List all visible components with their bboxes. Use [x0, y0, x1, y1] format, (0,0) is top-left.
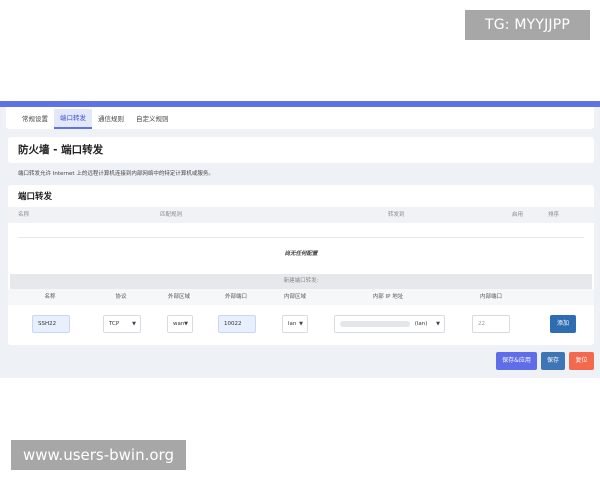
col-sort: 排序 — [548, 212, 560, 218]
tab-traffic-rules[interactable]: 通信规则 — [92, 109, 130, 129]
chevron-down-icon: ▼ — [299, 321, 303, 327]
ext-zone-value: wan — [173, 321, 185, 327]
ext-port-input[interactable]: 10022 — [218, 315, 256, 333]
col-match: 匹配规则 — [160, 212, 183, 218]
name-input[interactable]: SSH22 — [32, 315, 70, 333]
screen: TG: MYYJJPP 常规设置 端口转发 通信规则 自定义规则 防火墙 - 端… — [0, 0, 600, 480]
int-ip-suffix: (lan) — [414, 321, 428, 327]
tab-custom-rules[interactable]: 自定义规则 — [130, 109, 175, 129]
chevron-down-icon: ▼ — [132, 321, 136, 327]
name-input-value: SSH22 — [38, 321, 57, 327]
col-int-ip: 内部 IP 地址 — [372, 294, 404, 300]
tab-port-forwards[interactable]: 端口转发 — [54, 109, 92, 129]
col-protocol: 协议 — [115, 294, 127, 300]
page-description: 端口转发允许 Internet 上的远程计算机连接到内部网络中的特定计算机或服务… — [18, 171, 214, 177]
col-new-name: 名称 — [44, 294, 56, 300]
port-forwards-panel: 端口转发 名称 匹配规则 转发到 启用 排序 尚无任何配置 新建端口转发: 名称… — [8, 185, 594, 345]
int-port-input[interactable]: 22 — [472, 315, 510, 333]
protocol-value: TCP — [109, 321, 120, 327]
new-forward-title: 新建端口转发: — [10, 274, 592, 289]
app-window: 常规设置 端口转发 通信规则 自定义规则 防火墙 - 端口转发 端口转发允许 I… — [0, 101, 600, 378]
ext-port-value: 10022 — [224, 321, 242, 327]
new-forward-row: SSH22 TCP ▼ wan ▼ 10022 lan ▼ (lan) ▼ 22… — [8, 305, 594, 343]
section-title: 端口转发 — [18, 192, 53, 202]
int-port-placeholder: 22 — [478, 321, 485, 327]
divider — [18, 237, 584, 238]
ext-zone-select[interactable]: wan ▼ — [167, 315, 193, 333]
int-ip-select[interactable]: (lan) ▼ — [334, 315, 445, 333]
empty-message: 尚无任何配置 — [284, 251, 318, 257]
col-int-zone: 内部区域 — [283, 294, 307, 300]
reset-button[interactable]: 复位 — [569, 352, 594, 370]
tab-general[interactable]: 常规设置 — [16, 109, 54, 129]
watermark-bottom: www.users-bwin.org — [11, 440, 186, 470]
col-ext-port: 外部端口 — [224, 294, 248, 300]
protocol-select[interactable]: TCP ▼ — [103, 315, 141, 333]
chevron-down-icon: ▼ — [184, 321, 188, 327]
chevron-down-icon: ▼ — [436, 321, 440, 327]
int-zone-value: lan — [288, 321, 297, 327]
page-title: 防火墙 - 端口转发 — [8, 137, 594, 163]
int-zone-select[interactable]: lan ▼ — [282, 315, 308, 333]
col-ext-zone: 外部区域 — [167, 294, 191, 300]
redacted-ip — [340, 320, 410, 327]
forwards-table-header: 名称 匹配规则 转发到 启用 排序 — [8, 207, 594, 223]
col-name: 名称 — [18, 212, 30, 218]
col-enable: 启用 — [512, 212, 524, 218]
add-button[interactable]: 添加 — [550, 315, 576, 333]
col-forward-to: 转发到 — [388, 212, 405, 218]
save-apply-button[interactable]: 保存&应用 — [496, 352, 537, 370]
save-button[interactable]: 保存 — [541, 352, 565, 370]
watermark-top: TG: MYYJJPP — [465, 10, 590, 40]
new-forward-header: 名称 协议 外部区域 外部端口 内部区域 内部 IP 地址 内部端口 — [8, 289, 594, 305]
tab-bar: 常规设置 端口转发 通信规则 自定义规则 — [6, 107, 594, 129]
col-int-port: 内部端口 — [479, 294, 503, 300]
